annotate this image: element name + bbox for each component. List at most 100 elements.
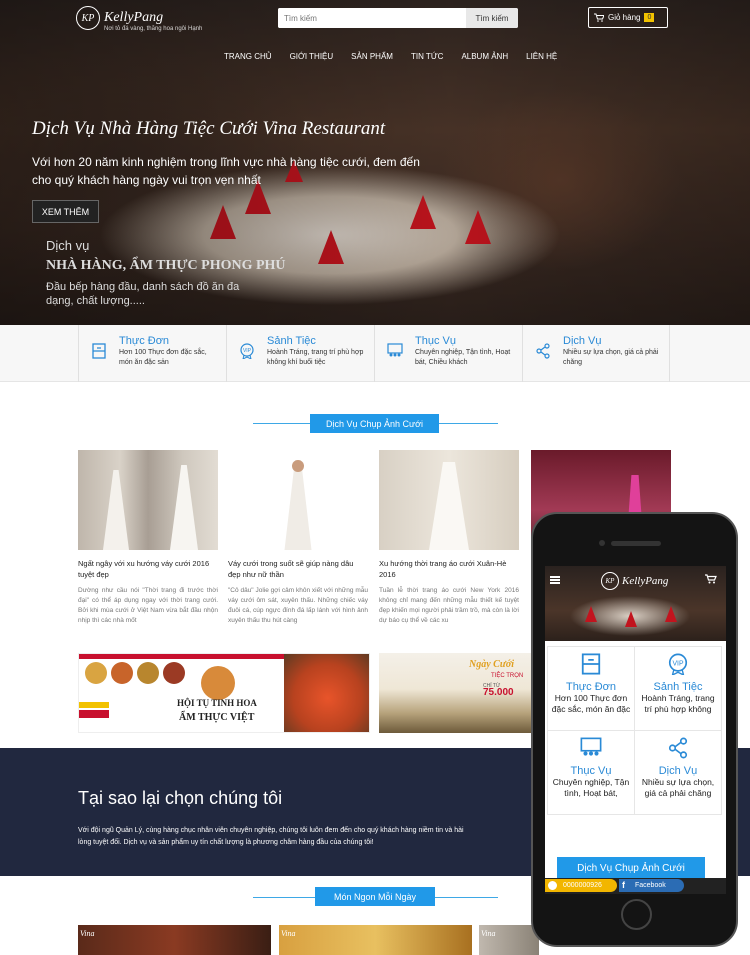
search-input[interactable] (278, 8, 466, 28)
article-title[interactable]: Ngất ngây với xu hướng váy cưới 2016 tuy… (78, 558, 218, 580)
banner-right-line: TIỆC TRỌN (491, 673, 524, 679)
mobile-call-button[interactable]: 0000000926 (545, 879, 617, 892)
food-logo-text: Vina (80, 929, 95, 938)
logo-tagline: Nơi tỏ đá vàng, thăng hoa ngôi Hạnh (104, 26, 203, 32)
mobile-feature-desc: Chuyên nghiệp, Tận tình, Hoạt bát, (552, 777, 630, 798)
presentation-icon (580, 737, 602, 756)
article-excerpt: Dường như cầu nói "Thời trang đi trước t… (78, 587, 218, 624)
food-logo-text: Vina (481, 929, 496, 938)
feature-service[interactable]: Thục Vụ Chuyên nghiệp, Tận tình, Hoạt bá… (374, 325, 522, 382)
article-excerpt: "Cô dâu" Jolie gợi cảm khôn xiết với nhữ… (228, 587, 368, 624)
article-card[interactable]: Ngất ngây với xu hướng váy cưới 2016 tuy… (78, 450, 218, 626)
article-card[interactable]: Váy cưới trong suốt sẽ giúp nàng dâu đẹp… (228, 450, 368, 626)
article-title[interactable]: Xu hướng thời trang áo cưới Xuân-Hè 2016 (379, 558, 519, 580)
mobile-features-grid: Thực Đơn Hơn 100 Thực đơn đặc sắc, món ă… (545, 646, 726, 816)
site-logo[interactable]: KP KellyPang Nơi tỏ đá vàng, thăng hoa n… (76, 6, 202, 32)
banner-text-1: HỘI TỤ TINH HOA (177, 698, 257, 708)
feature-title: Thục Vụ (415, 335, 456, 347)
presentation-icon (387, 343, 403, 357)
feature-hall[interactable]: VIP Sảnh Tiệc Hoành Tráng, trang trí phù… (226, 325, 374, 382)
mobile-screen: KP KellyPang Thực Đơn Hơn 100 Thực đơn đ… (545, 566, 726, 894)
phone-home-button (621, 899, 652, 930)
feature-desc: Nhiều sự lựa chọn, giá cả phải chăng (563, 349, 659, 366)
hero-more-button[interactable]: XEM THÊM (32, 200, 99, 223)
nav-item-contact[interactable]: LIÊN HỆ (517, 52, 566, 61)
facebook-icon: f (622, 880, 625, 890)
promo-banner-right[interactable]: Ngày Cưới TIỆC TRỌN CHỈ TỪ 75.000 (379, 653, 531, 733)
nav-item-about[interactable]: GIỚI THIỆU (281, 52, 343, 61)
menu-board-icon (581, 653, 601, 675)
food-logo-text: Vina (281, 929, 296, 938)
mobile-logo-monogram: KP (601, 572, 619, 590)
feature-title: Thực Đơn (119, 335, 170, 347)
nav-item-album[interactable]: ALBUM ẢNH (452, 52, 517, 61)
article-image[interactable] (379, 450, 519, 550)
article-title[interactable]: Váy cưới trong suốt sẽ giúp nàng dâu đẹp… (228, 558, 368, 580)
food-item-image[interactable]: Vina (78, 925, 271, 955)
mobile-logo[interactable]: KP KellyPang (601, 572, 668, 590)
feature-menu[interactable]: Thực Đơn Hơn 100 Thực đơn đặc sắc, món ă… (78, 325, 226, 382)
mobile-feature-title: Dịch Vụ (658, 765, 698, 777)
hero-sub-heading: NHÀ HÀNG, ẨM THỰC PHONG PHÚ (46, 258, 286, 273)
nav-item-home[interactable]: TRANG CHỦ (215, 52, 281, 61)
cart-button[interactable]: Giỏ hàng 0 (588, 7, 668, 28)
banner-right-price: 75.000 (483, 687, 514, 698)
vip-badge-icon: VIP (240, 343, 254, 359)
banner-right-title: Ngày Cưới (469, 659, 514, 670)
nav-item-products[interactable]: SẢN PHẨM (342, 52, 402, 61)
why-description: Với đội ngũ Quản Lý, cùng hàng chục nhân… (78, 827, 464, 846)
hamburger-menu-icon[interactable] (550, 576, 560, 584)
mobile-phone-number: 0000000926 (563, 882, 602, 889)
logo-name: KellyPang (104, 10, 164, 25)
mobile-feature-services[interactable]: Dịch Vụ Nhiều sự lựa chọn, giá cả phải c… (634, 730, 722, 815)
feature-title: Dịch Vụ (563, 335, 602, 347)
svg-text:VIP: VIP (243, 348, 252, 354)
nav-item-news[interactable]: TIN TỨC (402, 52, 452, 61)
mobile-feature-service[interactable]: Thục Vụ Chuyên nghiệp, Tận tình, Hoạt bá… (547, 730, 635, 815)
mobile-feature-desc: Hoành Tráng, trang trí phù hợp không (641, 693, 715, 714)
mobile-facebook-label: Facebook (635, 882, 666, 889)
section-title-photo[interactable]: Dịch Vụ Chụp Ảnh Cưới (310, 414, 439, 433)
mobile-feature-desc: Hơn 100 Thực đơn đặc sắc, món ăn đặc (551, 693, 631, 714)
article-image[interactable] (78, 450, 218, 550)
mobile-feature-title: Sảnh Tiệc (653, 681, 703, 693)
hero-description: Với hơn 20 năm kinh nghiệm trong lĩnh vự… (32, 155, 420, 187)
main-nav: TRANG CHỦ GIỚI THIỆU SẢN PHẨM TIN TỨC AL… (215, 52, 566, 61)
food-item-image[interactable]: Vina (279, 925, 472, 955)
mobile-feature-title: Thục Vụ (570, 765, 612, 777)
why-title: Tại sao lại chọn chúng tôi (78, 788, 283, 808)
article-image[interactable] (228, 450, 368, 550)
mobile-preview-phone: KP KellyPang Thực Đơn Hơn 100 Thực đơn đ… (531, 512, 738, 947)
search-button[interactable]: Tìm kiếm (466, 8, 518, 28)
mobile-feature-title: Thực Đơn (565, 681, 617, 693)
banner-text-2: ẨM THỰC VIỆT (179, 712, 255, 723)
svg-text:VIP: VIP (672, 660, 683, 667)
mobile-logo-name: KellyPang (622, 575, 669, 587)
mobile-feature-desc: Nhiều sự lựa chọn, giá cả phải chăng (641, 777, 715, 798)
article-card[interactable]: Xu hướng thời trang áo cưới Xuân-Hè 2016… (379, 450, 519, 626)
article-excerpt: Tuần lễ thời trang áo cưới New York 2016… (379, 587, 519, 624)
feature-desc: Hoành Tráng, trang trí phù hợp không khí… (267, 349, 364, 366)
feature-title: Sảnh Tiệc (267, 335, 316, 347)
mobile-hero: KP KellyPang (545, 566, 726, 641)
share-icon (536, 343, 550, 359)
promo-banner-left[interactable]: HỘI TỤ TINH HOA ẨM THỰC VIỆT (78, 653, 370, 733)
features-strip: Thực Đơn Hơn 100 Thực đơn đặc sắc, món ă… (0, 325, 750, 382)
food-item-image[interactable]: Vina (479, 925, 539, 955)
section-title-food[interactable]: Món Ngon Mỗi Ngày (315, 887, 435, 906)
vip-badge-icon: VIP (668, 653, 688, 675)
mobile-feature-hall[interactable]: VIP Sảnh Tiệc Hoành Tráng, trang trí phù… (634, 646, 722, 731)
mobile-facebook-button[interactable]: f Facebook (619, 879, 684, 892)
feature-desc: Chuyên nghiệp, Tận tình, Hoạt bát, Chiều… (415, 349, 511, 366)
hero-banner: KP KellyPang Nơi tỏ đá vàng, thăng hoa n… (0, 0, 750, 325)
menu-board-icon (92, 343, 106, 359)
logo-monogram: KP (76, 6, 100, 30)
feature-desc: Hơn 100 Thực đơn đặc sắc, món ăn đặc sản (119, 349, 207, 366)
feature-services[interactable]: Dịch Vụ Nhiều sự lựa chọn, giá cả phải c… (522, 325, 670, 382)
cart-count-badge: 0 (644, 13, 655, 22)
cart-icon[interactable] (705, 574, 717, 584)
phone-icon (548, 881, 557, 890)
cart-icon (594, 13, 604, 22)
mobile-section-title[interactable]: Dịch Vụ Chụp Ảnh Cưới (557, 857, 705, 879)
mobile-feature-menu[interactable]: Thực Đơn Hơn 100 Thực đơn đặc sắc, món ă… (547, 646, 635, 731)
